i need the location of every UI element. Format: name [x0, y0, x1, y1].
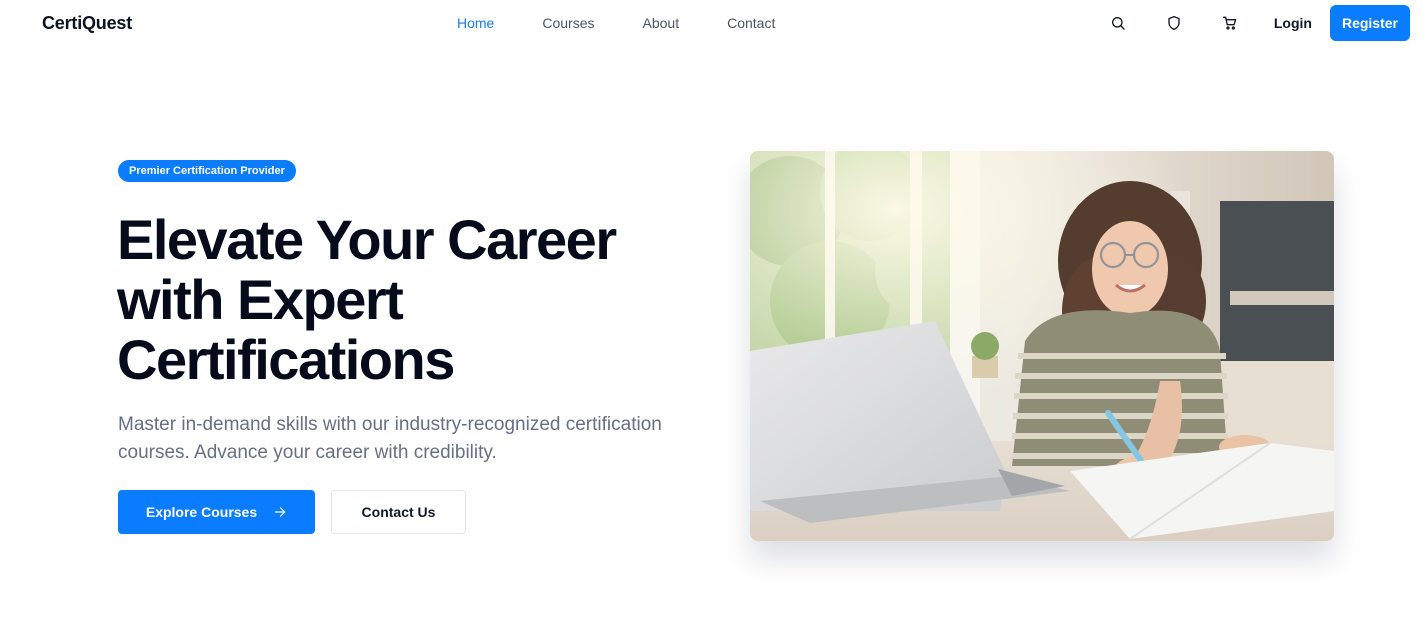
nav-link-contact[interactable]: Contact: [727, 15, 775, 31]
hero-subtext: Master in-demand skills with our industr…: [118, 414, 662, 463]
hero-headline: Elevate Your Career with Expert Certific…: [117, 208, 617, 391]
top-navbar: CertiQuest Home Courses About Contact Lo…: [0, 0, 1426, 46]
explore-courses-button[interactable]: Explore Courses: [118, 490, 315, 534]
nav-link-about[interactable]: About: [643, 15, 680, 31]
nav-link-home[interactable]: Home: [457, 15, 494, 31]
hero-badge: Premier Certification Provider: [118, 160, 296, 182]
login-link[interactable]: Login: [1274, 15, 1312, 31]
nav-link-courses[interactable]: Courses: [542, 15, 594, 31]
cart-button[interactable]: [1212, 5, 1248, 41]
register-button[interactable]: Register: [1329, 5, 1410, 41]
arrow-right-icon: [274, 507, 286, 517]
search-icon: [1111, 17, 1125, 30]
brand-logo[interactable]: CertiQuest: [42, 13, 132, 34]
hero-photo: [750, 151, 1334, 541]
main-nav: Home Courses About Contact: [457, 15, 823, 31]
search-button[interactable]: [1100, 5, 1136, 41]
explore-courses-label: Explore Courses: [145, 504, 258, 520]
shield-icon: [1168, 16, 1180, 30]
nav-actions: Login Register: [1080, 5, 1410, 41]
cart-icon: [1222, 16, 1237, 30]
shield-button[interactable]: [1156, 5, 1192, 41]
contact-us-label: Contact Us: [361, 504, 436, 520]
hero-image: [750, 151, 1334, 541]
contact-us-button[interactable]: Contact Us: [331, 490, 466, 534]
